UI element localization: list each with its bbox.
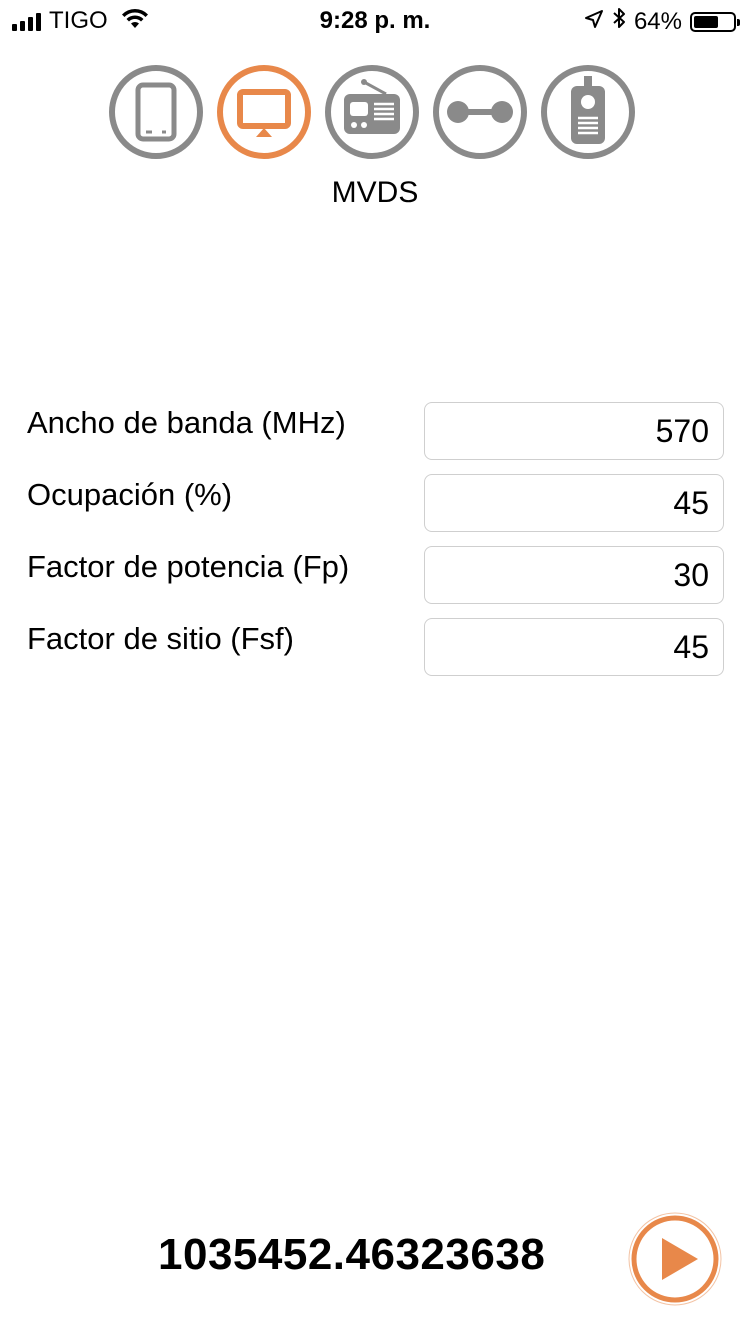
field-label-site-factor: Factor de sitio (Fsf) <box>27 621 294 656</box>
calculate-button[interactable] <box>626 1210 724 1308</box>
form-row-site-factor: Factor de sitio (Fsf) <box>0 618 750 680</box>
status-bar: TIGO 9:28 p. m. 64% <box>0 0 750 40</box>
result-value: 1035452.46323638 <box>158 1230 546 1279</box>
location-arrow-icon <box>584 8 604 36</box>
link-icon <box>433 65 527 159</box>
mode-button-radio[interactable] <box>324 64 420 160</box>
power-factor-input[interactable] <box>424 546 724 604</box>
occupancy-input[interactable] <box>424 474 724 532</box>
battery-fill <box>694 15 718 28</box>
bluetooth-icon <box>612 7 626 36</box>
selected-mode-label: MVDS <box>331 176 419 209</box>
bandwidth-input[interactable] <box>424 402 724 460</box>
walkie-talkie-icon <box>541 65 635 159</box>
form-row-occupancy: Ocupación (%) <box>0 474 750 536</box>
battery-icon <box>690 11 740 32</box>
play-icon <box>628 1212 722 1306</box>
mode-button-tablet[interactable] <box>108 64 204 160</box>
mode-button-monitor[interactable] <box>216 64 312 160</box>
tablet-icon <box>109 65 203 159</box>
mode-button-walkie-talkie[interactable] <box>540 64 636 160</box>
status-right: 64% <box>584 7 740 36</box>
battery-percent: 64% <box>633 7 682 35</box>
form-row-power-factor: Factor de potencia (Fp) <box>0 546 750 608</box>
radio-icon <box>325 65 419 159</box>
site-factor-input[interactable] <box>424 618 724 676</box>
mode-button-link[interactable] <box>432 64 528 160</box>
field-label-occupancy: Ocupación (%) <box>27 477 233 512</box>
field-label-bandwidth: Ancho de banda (MHz) <box>27 405 346 440</box>
mode-selector <box>108 64 648 164</box>
field-label-power-factor: Factor de potencia (Fp) <box>27 549 350 584</box>
form-row-bandwidth: Ancho de banda (MHz) <box>0 402 750 464</box>
monitor-icon <box>217 65 311 159</box>
